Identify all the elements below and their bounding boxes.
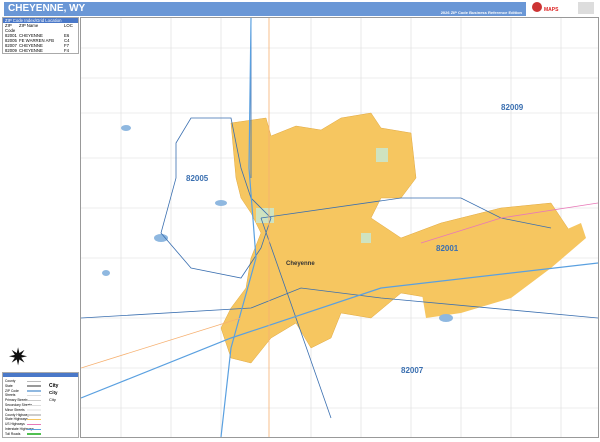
logo-badge — [578, 2, 594, 14]
legend-swatch — [27, 423, 41, 426]
legend-item-label: Toll Roads — [5, 431, 21, 436]
legend-swatch — [27, 385, 41, 387]
zip-index: ZIP Code Index/Grid Location ZIP Code ZIP… — [2, 17, 79, 54]
legend-swatch — [27, 418, 41, 421]
legend-item-label: State Highways — [5, 417, 28, 422]
logo-mark-icon — [532, 2, 542, 12]
compass-rose-icon: ✷ — [8, 344, 29, 371]
zip-name: CHEYENNE — [19, 48, 43, 53]
city-sample: City — [49, 390, 58, 395]
zip-label-82001: 82001 — [436, 244, 459, 253]
legend-item-label: County — [5, 379, 16, 383]
city-label: Cheyenne — [286, 261, 315, 267]
zip-index-row: 82009 CHEYENNE F4 — [3, 48, 78, 53]
legend-swatch — [27, 428, 41, 430]
legend-item-label: State — [5, 383, 13, 388]
col-name: ZIP Name — [19, 23, 39, 28]
publisher-logo: MAPS — [530, 1, 596, 15]
city-sample: City — [49, 383, 59, 389]
legend-item-label: ZIP Code — [5, 388, 19, 393]
legend-swatch — [27, 380, 41, 382]
zip-index-header: ZIP Code ZIP Name LOC — [3, 23, 78, 33]
zip: 82009 — [5, 48, 17, 53]
legend-swatch — [27, 414, 41, 416]
highways — [80, 18, 270, 437]
legend-swatch — [27, 399, 41, 402]
edition-label: 2026 ZIP Code Business Reference Edition — [440, 10, 522, 15]
header-bar: CHEYENNE, WY 2026 ZIP Code Business Refe… — [4, 2, 526, 16]
legend-swatch — [27, 409, 41, 411]
legend-swatch — [27, 404, 41, 406]
legend-item-label: Primary Streets — [5, 398, 28, 403]
map-svg: 82009 82005 82001 82007 Cheyenne — [80, 17, 599, 438]
legend-item-label: US Highways — [5, 422, 25, 427]
city-sample: City — [49, 397, 56, 402]
legend-header — [3, 373, 78, 377]
zip-label-82009: 82009 — [501, 103, 524, 112]
loc: F4 — [64, 48, 70, 53]
logo-brand: MAPS — [544, 7, 559, 13]
legend-swatch — [27, 433, 41, 435]
zip-label-82005: 82005 — [186, 174, 209, 183]
col-loc: LOC — [64, 23, 73, 28]
map-canvas[interactable]: 82009 82005 82001 82007 Cheyenne — [80, 17, 599, 438]
legend-item-label: Minor Streets — [5, 407, 25, 412]
col-zip: ZIP Code — [5, 23, 16, 33]
city-area — [220, 112, 572, 364]
map-legend: County State ZIP Code Streets Primary Street… — [2, 372, 79, 438]
legend-swatch — [27, 390, 41, 392]
map-title: CHEYENNE, WY — [8, 3, 86, 14]
legend-item-label: Streets — [5, 393, 16, 398]
zip-label-82007: 82007 — [401, 366, 424, 375]
legend-swatch — [27, 394, 41, 397]
